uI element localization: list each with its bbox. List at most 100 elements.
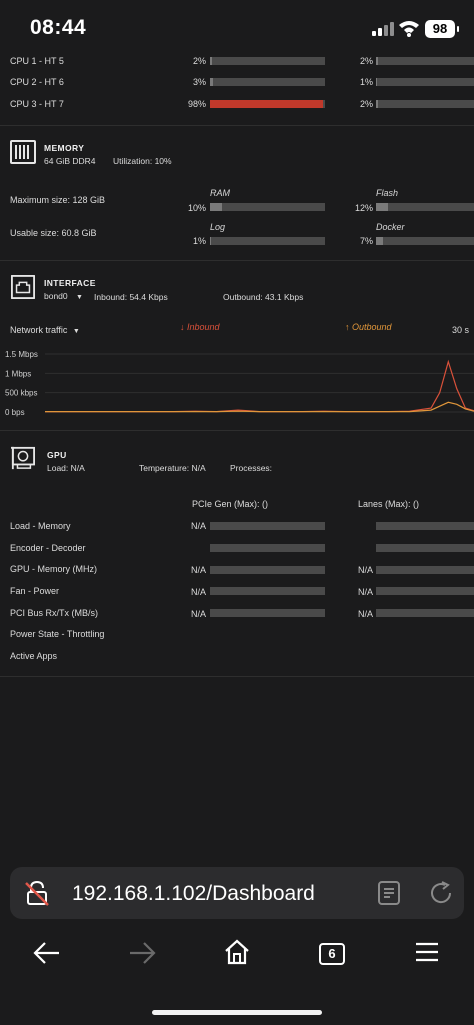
- gpu-bar: [210, 587, 325, 595]
- log-bar: [210, 237, 325, 245]
- gpu-bar: [210, 522, 325, 530]
- gpu-bar: [376, 544, 474, 552]
- cpu-percent: 2%: [359, 56, 373, 66]
- gpu-row-right-value: N/A: [357, 565, 373, 575]
- cpu-bar-fill: [376, 100, 378, 108]
- chevron-down-icon: ▼: [76, 294, 83, 301]
- docker-bar-fill: [376, 237, 383, 245]
- interface-title: INTERFACE: [44, 278, 96, 288]
- y-tick-label: 500 kbps: [5, 389, 37, 398]
- memory-utilization: Utilization: 10%: [113, 156, 172, 166]
- timespan-label: 30 s: [452, 325, 470, 335]
- inbound-legend-label: Inbound: [187, 322, 220, 332]
- interface-select[interactable]: bond0 ▼: [44, 291, 83, 301]
- network-traffic-dropdown[interactable]: Network traffic ▼: [10, 325, 80, 335]
- status-bar: 08:44 98: [0, 0, 474, 56]
- ram-bar-fill: [210, 203, 222, 211]
- cpu-bar: [376, 57, 474, 65]
- cpu-bar: [376, 78, 474, 86]
- memory-chip-icon: [10, 140, 36, 164]
- cpu-bar-fill: [210, 100, 323, 108]
- insecure-lock-icon[interactable]: [24, 880, 50, 906]
- menu-icon[interactable]: [415, 941, 439, 963]
- arrow-up-icon: ↑: [345, 322, 350, 332]
- gpu-bar: [210, 544, 325, 552]
- gpu-temperature: Temperature: N/A: [139, 463, 206, 473]
- cpu-percent: 1%: [359, 77, 373, 87]
- gpu-row-left-value: N/A: [190, 521, 206, 531]
- divider: [0, 125, 474, 126]
- cpu-bar: [210, 78, 325, 86]
- divider: [0, 676, 474, 677]
- interface-name: bond0: [44, 291, 68, 301]
- cpu-bar-fill: [376, 57, 378, 65]
- flash-bar: [376, 203, 474, 211]
- cpu-bar: [376, 100, 474, 108]
- arrow-down-icon: ↓: [180, 322, 185, 332]
- back-arrow-icon[interactable]: [33, 941, 61, 965]
- log-bar-fill: [210, 237, 212, 245]
- flash-bar-fill: [376, 203, 388, 211]
- ethernet-port-icon: [11, 275, 35, 299]
- series-line-inbound: [45, 359, 474, 413]
- docker-bar: [376, 237, 474, 245]
- cpu-percent: 98%: [187, 99, 206, 109]
- dashboard-content: CPU 1 - HT 5 2% 2% CPU 2 - HT 6 3% 1% CP…: [0, 56, 474, 861]
- divider: [0, 430, 474, 431]
- interface-outbound: Outbound: 43.1 Kbps: [223, 292, 304, 302]
- forward-arrow-icon[interactable]: [128, 941, 156, 965]
- ram-label: RAM: [210, 188, 230, 198]
- reader-mode-icon[interactable]: [378, 881, 400, 905]
- gpu-bar: [376, 566, 474, 574]
- chevron-down-icon: ▼: [72, 328, 80, 335]
- gpu-row-label: Fan - Power: [10, 586, 60, 596]
- home-icon[interactable]: [224, 939, 250, 965]
- cpu-percent: 2%: [192, 56, 206, 66]
- reload-icon[interactable]: [428, 880, 454, 906]
- memory-usable-size: Usable size: 60.8 GiB: [10, 228, 97, 238]
- gpu-bar: [376, 609, 474, 617]
- cpu-bar-fill: [210, 78, 214, 86]
- network-traffic-label: Network traffic: [10, 325, 68, 335]
- cpu-percent: 3%: [192, 77, 206, 87]
- cpu-bar-fill: [376, 78, 377, 86]
- y-tick-label: 0 bps: [5, 408, 25, 417]
- y-tick-label: 1 Mbps: [5, 369, 31, 378]
- gpu-row-left-value: N/A: [190, 565, 206, 575]
- divider: [0, 260, 474, 261]
- gpu-row-label: Load - Memory: [10, 521, 71, 531]
- series-line-outbound: [45, 401, 474, 413]
- gpu-row-label: Encoder - Decoder: [10, 543, 86, 553]
- gpu-card-icon: [11, 446, 35, 470]
- ram-bar: [210, 203, 325, 211]
- url-text[interactable]: 192.168.1.102/Dashboard: [72, 882, 315, 906]
- gpu-bar: [210, 609, 325, 617]
- log-label: Log: [210, 222, 226, 232]
- gpu-row-left-value: N/A: [190, 609, 206, 619]
- log-percent: 1%: [192, 236, 206, 246]
- cpu-label: CPU 3 - HT 7: [10, 99, 64, 109]
- gpu-row-left-value: N/A: [190, 587, 206, 597]
- gpu-bar: [376, 587, 474, 595]
- flash-label: Flash: [376, 188, 399, 198]
- active-apps-label: Active Apps: [10, 651, 58, 661]
- address-bar[interactable]: 192.168.1.102/Dashboard: [10, 867, 464, 919]
- memory-max-size: Maximum size: 128 GiB: [10, 195, 106, 205]
- gpu-row-right-value: N/A: [357, 587, 373, 597]
- clock: 08:44: [30, 16, 87, 39]
- tabs-button[interactable]: 6: [319, 943, 345, 965]
- pcie-gen: PCIe Gen (Max): (): [192, 499, 269, 509]
- cpu-label: CPU 1 - HT 5: [10, 56, 64, 66]
- gpu-row-right-value: N/A: [357, 609, 373, 619]
- memory-size: 64 GiB DDR4: [44, 156, 96, 166]
- pcie-lanes: Lanes (Max): (): [358, 499, 420, 509]
- power-state-label: Power State - Throttling: [10, 629, 105, 639]
- gpu-load: Load: N/A: [47, 463, 85, 473]
- docker-percent: 7%: [359, 236, 373, 246]
- cpu-bar: [210, 100, 325, 108]
- cpu-label: CPU 2 - HT 6: [10, 77, 64, 87]
- cpu-percent: 2%: [359, 99, 373, 109]
- inbound-legend: ↓ Inbound: [180, 322, 220, 332]
- outbound-legend-label: Outbound: [352, 322, 392, 332]
- ram-percent: 10%: [187, 203, 206, 213]
